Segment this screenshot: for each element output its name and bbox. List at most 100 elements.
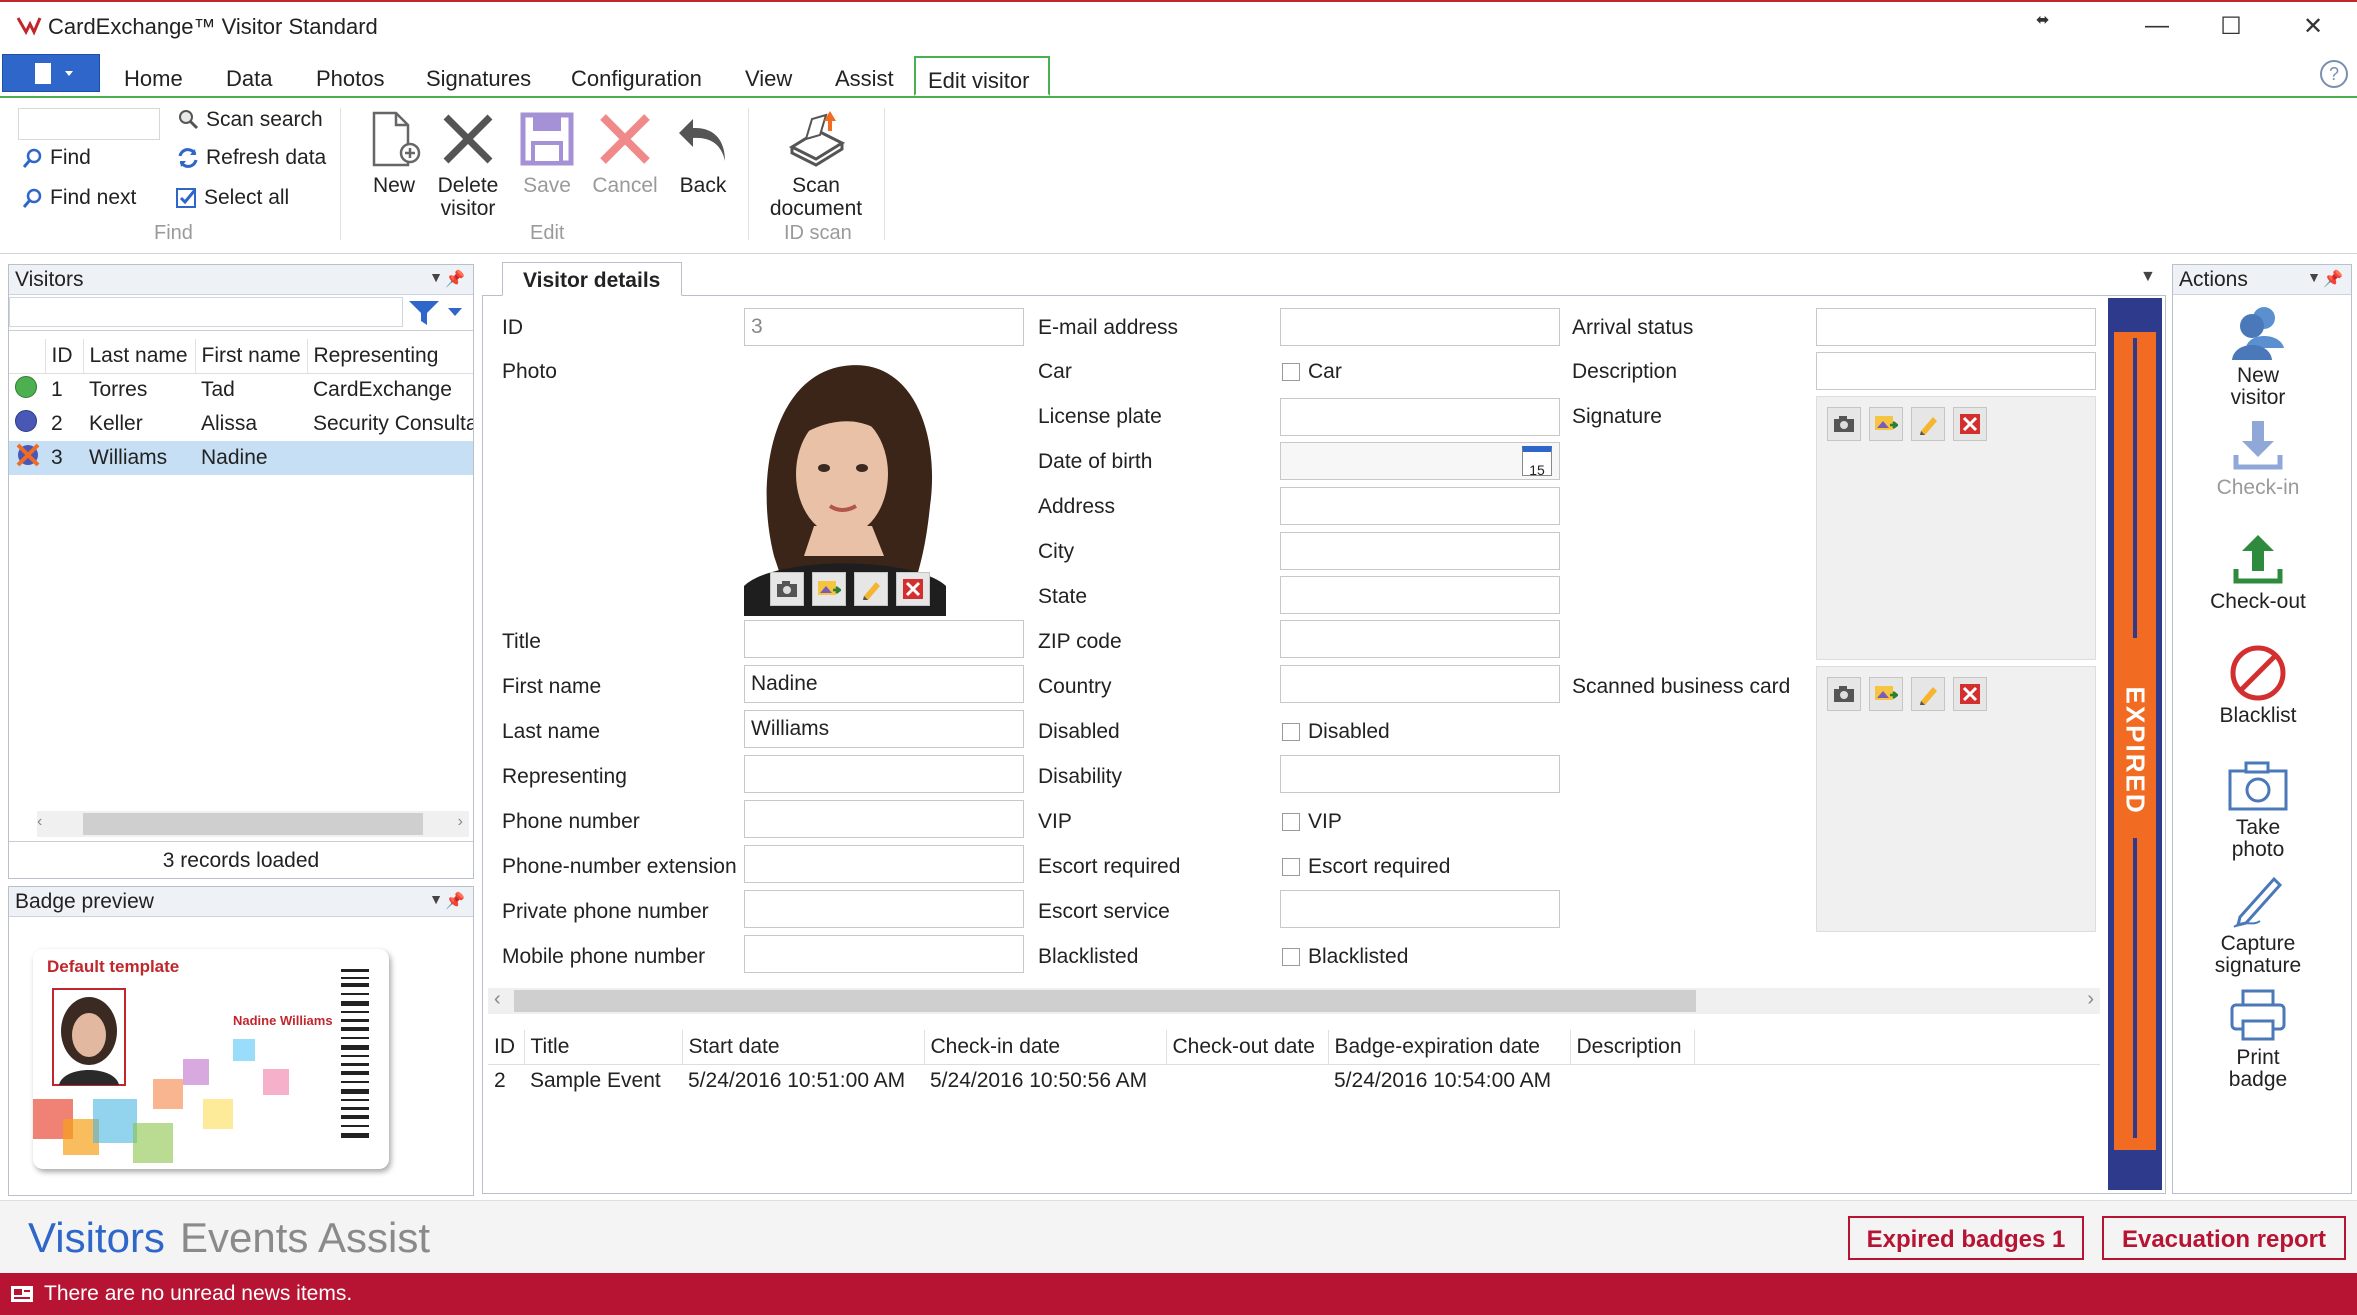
refresh-data-button[interactable]: Refresh data bbox=[176, 146, 326, 170]
action-new-visitor[interactable]: New visitor bbox=[2173, 303, 2343, 409]
blacklisted-checkbox[interactable]: Blacklisted bbox=[1282, 945, 1408, 969]
column-header-representing[interactable]: Representing bbox=[307, 339, 473, 373]
arrival-status-field[interactable] bbox=[1816, 308, 2096, 346]
action-capture-signature[interactable]: Capture signature bbox=[2173, 871, 2343, 977]
car-checkbox[interactable]: Car bbox=[1282, 360, 1342, 384]
phone-field[interactable] bbox=[744, 800, 1024, 838]
date-of-birth-field[interactable] bbox=[1280, 442, 1560, 480]
tab-signatures[interactable]: Signatures bbox=[414, 60, 543, 94]
first-name-field[interactable]: Nadine bbox=[744, 665, 1024, 703]
minimize-button[interactable]: — bbox=[2130, 8, 2184, 44]
scroll-right-icon[interactable]: › bbox=[458, 813, 463, 831]
resize-grip-icon[interactable]: ⬌ bbox=[2036, 10, 2049, 30]
zip-code-field[interactable] bbox=[1280, 620, 1560, 658]
disability-field[interactable] bbox=[1280, 755, 1560, 793]
column-header-description[interactable]: Description bbox=[1570, 1030, 1695, 1064]
panel-dropdown-icon[interactable]: ▼ bbox=[429, 891, 443, 907]
select-all-button[interactable]: Select all bbox=[176, 186, 289, 210]
escort-required-checkbox[interactable]: Escort required bbox=[1282, 855, 1450, 879]
signature-edit-button[interactable] bbox=[1911, 407, 1945, 441]
column-header-start-date[interactable]: Start date bbox=[682, 1030, 925, 1064]
find-next-button[interactable]: Find next bbox=[22, 186, 136, 210]
tab-home[interactable]: Home bbox=[112, 60, 195, 94]
table-row-selected[interactable]: 3 Williams Nadine bbox=[9, 441, 473, 475]
panel-dropdown-icon[interactable]: ▼ bbox=[429, 269, 443, 285]
close-button[interactable]: ✕ bbox=[2286, 8, 2340, 44]
details-horizontal-scrollbar[interactable]: ‹ › bbox=[488, 988, 2100, 1014]
signature-delete-button[interactable] bbox=[1953, 407, 1987, 441]
table-row[interactable]: 2 Sample Event 5/24/2016 10:51:00 AM 5/2… bbox=[488, 1064, 2100, 1098]
photo-camera-button[interactable] bbox=[770, 572, 804, 606]
delete-visitor-button[interactable]: Delete visitor bbox=[432, 108, 504, 220]
state-field[interactable] bbox=[1280, 576, 1560, 614]
scroll-left-icon[interactable]: ‹ bbox=[37, 813, 42, 831]
tab-visitor-details[interactable]: Visitor details bbox=[502, 262, 682, 296]
country-field[interactable] bbox=[1280, 665, 1560, 703]
nav-tab-assist[interactable]: Assist bbox=[318, 1214, 430, 1262]
help-icon[interactable]: ? bbox=[2320, 60, 2348, 88]
title-field[interactable] bbox=[744, 620, 1024, 658]
panel-dropdown-icon[interactable]: ▼ bbox=[2307, 269, 2321, 285]
city-field[interactable] bbox=[1280, 532, 1560, 570]
scan-document-button[interactable]: Scan document bbox=[764, 108, 868, 220]
representing-field[interactable] bbox=[744, 755, 1024, 793]
nav-tab-visitors[interactable]: Visitors bbox=[28, 1214, 165, 1262]
card-import-button[interactable] bbox=[1869, 677, 1903, 711]
card-camera-button[interactable] bbox=[1827, 677, 1861, 711]
action-check-in[interactable]: Check-in bbox=[2173, 415, 2343, 499]
filter-dropdown-icon[interactable] bbox=[447, 307, 463, 317]
nav-tab-events[interactable]: Events bbox=[180, 1214, 308, 1262]
visitors-filter-input[interactable] bbox=[9, 297, 403, 327]
tab-configuration[interactable]: Configuration bbox=[559, 60, 714, 94]
table-row[interactable]: 2 Keller Alissa Security Consulta bbox=[9, 407, 473, 441]
email-field[interactable] bbox=[1280, 308, 1560, 346]
save-button[interactable]: Save bbox=[515, 108, 579, 197]
table-row[interactable]: 1 Torres Tad CardExchange bbox=[9, 373, 473, 407]
expired-badges-button[interactable]: Expired badges 1 bbox=[1848, 1216, 2084, 1260]
details-menu-icon[interactable]: ▼ bbox=[2140, 268, 2156, 286]
file-menu-button[interactable] bbox=[2, 54, 100, 92]
column-header-first-name[interactable]: First name bbox=[195, 339, 308, 373]
disabled-checkbox[interactable]: Disabled bbox=[1282, 720, 1390, 744]
scan-search-button[interactable]: Scan search bbox=[176, 108, 323, 132]
tab-view[interactable]: View bbox=[733, 60, 804, 94]
calendar-icon[interactable]: 15 bbox=[1522, 446, 1552, 478]
tab-data[interactable]: Data bbox=[214, 60, 284, 94]
photo-delete-button[interactable] bbox=[896, 572, 930, 606]
column-header-check-out-date[interactable]: Check-out date bbox=[1166, 1030, 1329, 1064]
photo-import-button[interactable] bbox=[812, 572, 846, 606]
column-header-last-name[interactable]: Last name bbox=[83, 339, 196, 373]
card-edit-button[interactable] bbox=[1911, 677, 1945, 711]
find-input[interactable] bbox=[18, 108, 160, 140]
cancel-button[interactable]: Cancel bbox=[588, 108, 662, 197]
tab-assist[interactable]: Assist bbox=[823, 60, 906, 94]
new-button[interactable]: New bbox=[362, 108, 426, 197]
private-phone-field[interactable] bbox=[744, 890, 1024, 928]
tab-edit-visitor[interactable]: Edit visitor bbox=[914, 56, 1050, 96]
action-blacklist[interactable]: Blacklist bbox=[2173, 643, 2343, 727]
scroll-right-icon[interactable]: › bbox=[2087, 988, 2094, 1011]
signature-camera-button[interactable] bbox=[1827, 407, 1861, 441]
column-header-id[interactable]: ID bbox=[45, 339, 84, 373]
action-take-photo[interactable]: Take photo bbox=[2173, 755, 2343, 861]
photo-edit-button[interactable] bbox=[854, 572, 888, 606]
evacuation-report-button[interactable]: Evacuation report bbox=[2102, 1216, 2346, 1260]
back-button[interactable]: Back bbox=[670, 108, 736, 197]
phone-extension-field[interactable] bbox=[744, 845, 1024, 883]
scroll-left-icon[interactable]: ‹ bbox=[494, 988, 501, 1011]
pin-icon[interactable]: 📌 bbox=[2323, 269, 2343, 289]
signature-import-button[interactable] bbox=[1869, 407, 1903, 441]
column-header-title[interactable]: Title bbox=[524, 1030, 683, 1064]
vip-checkbox[interactable]: VIP bbox=[1282, 810, 1342, 834]
tab-photos[interactable]: Photos bbox=[304, 60, 397, 94]
scrollbar-thumb[interactable] bbox=[514, 990, 1696, 1012]
mobile-phone-field[interactable] bbox=[744, 935, 1024, 973]
action-print-badge[interactable]: Print badge bbox=[2173, 985, 2343, 1091]
pin-icon[interactable]: 📌 bbox=[445, 891, 465, 911]
horizontal-scrollbar[interactable]: ‹ › bbox=[37, 811, 469, 837]
escort-service-field[interactable] bbox=[1280, 890, 1560, 928]
filter-icon[interactable] bbox=[407, 299, 441, 327]
find-button[interactable]: Find bbox=[22, 146, 91, 170]
maximize-button[interactable]: ☐ bbox=[2204, 8, 2258, 44]
news-icon[interactable] bbox=[10, 1284, 34, 1304]
